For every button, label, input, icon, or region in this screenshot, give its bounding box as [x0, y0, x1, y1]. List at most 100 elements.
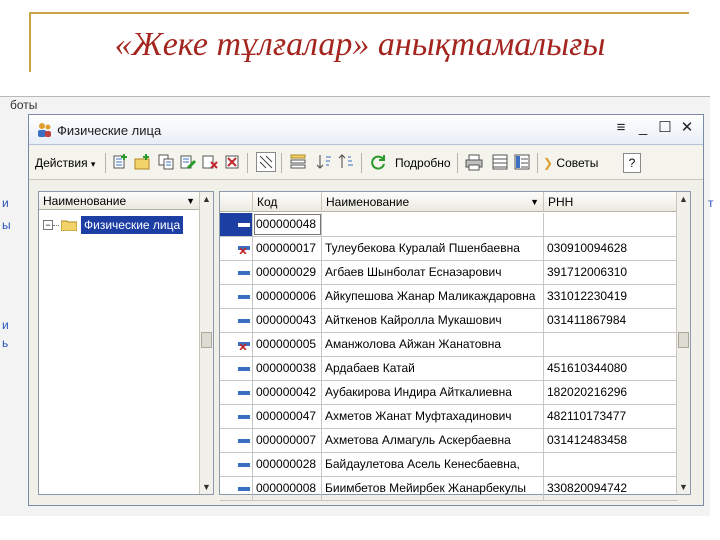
table-row[interactable]: 000000006 Айкупешова Жанар Маликаждаровна… — [220, 285, 678, 309]
table-row[interactable]: 000000047 Ахметов Жанат Муфтахадинович 482… — [220, 405, 678, 429]
maximize-button[interactable]: ☐ — [657, 119, 673, 137]
cell-rnn[interactable]: 391712006310 — [544, 261, 678, 284]
tree-scrollbar[interactable]: ▲ ▼ — [199, 192, 213, 494]
cell-rnn[interactable]: 182020216296 — [544, 381, 678, 404]
copy-icon[interactable] — [157, 153, 175, 171]
cell-name[interactable]: Агбаев Шынболат Еснаэарович — [322, 261, 544, 284]
cell-code[interactable]: 000000029 — [253, 261, 322, 284]
table-row[interactable]: 000000029 Агбаев Шынболат Еснаэарович 3917… — [220, 261, 678, 285]
cell-name[interactable]: Байдаулетова Асель Кенесбаевна, — [322, 453, 544, 476]
table-row[interactable]: 000000042 Аубакирова Индира Айткалиевна 18… — [220, 381, 678, 405]
cell-rnn[interactable] — [544, 453, 678, 476]
column-header-name-label: Наименование — [326, 195, 410, 209]
column-header-name[interactable]: Наименование ▼ — [322, 192, 544, 212]
item-icon — [238, 271, 250, 275]
row-icon-cell — [220, 237, 253, 260]
cell-code[interactable]: 000000008 — [253, 477, 322, 500]
window-menu-button[interactable]: ≡ — [613, 119, 629, 137]
cell-code[interactable]: 000000038 — [253, 357, 322, 380]
cell-code[interactable]: 000000007 — [253, 429, 322, 452]
details-button[interactable]: Подробно — [395, 152, 451, 174]
cell-name[interactable]: Айкупешова Жанар Маликаждаровна — [322, 285, 544, 308]
cell-name[interactable]: Ахметов Жанат Муфтахадинович — [322, 405, 544, 428]
table-row[interactable]: 000000017 Тулеубекова Куралай Пшенбаевна 0… — [220, 237, 678, 261]
minimize-button[interactable]: _ — [635, 119, 651, 137]
list-view-icon[interactable] — [491, 153, 509, 171]
tree-node-root[interactable]: − Физические лица — [43, 216, 184, 234]
cell-code[interactable]: 000000006 — [253, 285, 322, 308]
column-header-code[interactable]: Код — [253, 192, 322, 212]
column-header-rnn[interactable]: РНН — [544, 192, 678, 212]
cell-code[interactable]: 000000043 — [253, 309, 322, 332]
sort-arrow-icon: ▼ — [530, 197, 539, 207]
cell-rnn[interactable]: 331012230419 — [544, 285, 678, 308]
scroll-up-icon[interactable]: ▲ — [200, 192, 213, 206]
window-titlebar[interactable]: Физические лица ≡ _ ☐ ✕ — [29, 115, 703, 145]
filter-icon[interactable] — [289, 153, 307, 171]
item-icon — [238, 223, 250, 227]
cell-rnn[interactable] — [544, 213, 678, 236]
sort-icon[interactable] — [315, 153, 333, 171]
persons-table[interactable]: Код Наименование ▼ РНН 000000048 00000001… — [219, 191, 691, 501]
mark-delete-icon[interactable] — [201, 153, 219, 171]
scroll-up-icon[interactable]: ▲ — [677, 192, 690, 206]
print-icon[interactable] — [465, 153, 483, 171]
slide-decor-line — [29, 12, 689, 14]
column-header-icon[interactable] — [220, 192, 253, 212]
table-row[interactable]: 000000005 Аманжолова Айжан Жанатовна — [220, 333, 678, 357]
cell-rnn[interactable] — [544, 333, 678, 356]
group-tree[interactable]: Наименование ▼ − Физические лица ▲ ▼ — [38, 191, 214, 495]
tips-button[interactable]: ❯ Советы — [543, 152, 598, 174]
cell-code[interactable]: 000000028 — [253, 453, 322, 476]
scroll-down-icon[interactable]: ▼ — [677, 480, 690, 494]
refresh-icon[interactable] — [369, 153, 387, 171]
cell-code[interactable]: 000000042 — [253, 381, 322, 404]
cell-code[interactable]: 000000048 — [253, 213, 322, 236]
actions-menu-button[interactable]: Действия ▾ — [35, 152, 95, 174]
sort-desc-icon[interactable] — [337, 153, 355, 171]
cell-name[interactable] — [322, 213, 544, 236]
cell-rnn[interactable]: 330820094742 — [544, 477, 678, 500]
cell-name[interactable]: Биимбетов Мейирбек Жанарбекулы — [322, 477, 544, 500]
table-row[interactable]: 000000043 Айткенов Кайролла Мукашович 0314… — [220, 309, 678, 333]
tips-label: Советы — [556, 156, 599, 170]
add-item-icon[interactable] — [111, 153, 129, 171]
edit-icon[interactable] — [179, 153, 197, 171]
cell-code[interactable]: 000000005 — [253, 333, 322, 356]
add-group-icon[interactable] — [133, 153, 151, 171]
scroll-thumb[interactable] — [678, 332, 689, 348]
table-row[interactable]: 000000007 Ахметова Алмагуль Аскербаевна 03… — [220, 429, 678, 453]
background-edge-text: ь — [2, 336, 9, 350]
cell-code[interactable]: 000000047 — [253, 405, 322, 428]
cell-name[interactable]: Аманжолова Айжан Жанатовна — [322, 333, 544, 356]
item-icon — [238, 295, 250, 299]
cell-rnn[interactable]: 031412483458 — [544, 429, 678, 452]
cell-name[interactable]: Аубакирова Индира Айткалиевна — [322, 381, 544, 404]
tree-node-label: Физические лица — [81, 216, 184, 234]
table-row[interactable]: 000000008 Биимбетов Мейирбек Жанарбекулы 3… — [220, 477, 678, 501]
marked-for-deletion-icon — [238, 246, 250, 254]
table-row[interactable]: 000000038 Ардабаев Катай 451610344080 — [220, 357, 678, 381]
cell-rnn[interactable]: 031411867984 — [544, 309, 678, 332]
tree-view-icon[interactable] — [513, 153, 531, 171]
tree-column-header[interactable]: Наименование ▼ — [39, 192, 199, 210]
table-scrollbar[interactable]: ▲ ▼ — [676, 192, 690, 494]
scroll-down-icon[interactable]: ▼ — [200, 480, 213, 494]
cell-name[interactable]: Ахметова Алмагуль Аскербаевна — [322, 429, 544, 452]
cell-rnn[interactable]: 451610344080 — [544, 357, 678, 380]
cell-rnn[interactable]: 030910094628 — [544, 237, 678, 260]
table-row[interactable]: 000000048 — [220, 213, 678, 237]
delete-icon[interactable] — [223, 153, 241, 171]
row-icon-cell — [220, 429, 253, 452]
table-row[interactable]: 000000028 Байдаулетова Асель Кенесбаевна, — [220, 453, 678, 477]
close-button[interactable]: ✕ — [679, 119, 695, 137]
cell-name[interactable]: Ардабаев Катай — [322, 357, 544, 380]
cell-name[interactable]: Айткенов Кайролла Мукашович — [322, 309, 544, 332]
help-button[interactable]: ? — [623, 153, 641, 173]
cell-rnn[interactable]: 482110173477 — [544, 405, 678, 428]
hierarchy-toggle-icon[interactable] — [256, 152, 276, 172]
cell-name[interactable]: Тулеубекова Куралай Пшенбаевна — [322, 237, 544, 260]
collapse-icon[interactable]: − — [43, 220, 53, 230]
scroll-thumb[interactable] — [201, 332, 212, 348]
cell-code[interactable]: 000000017 — [253, 237, 322, 260]
